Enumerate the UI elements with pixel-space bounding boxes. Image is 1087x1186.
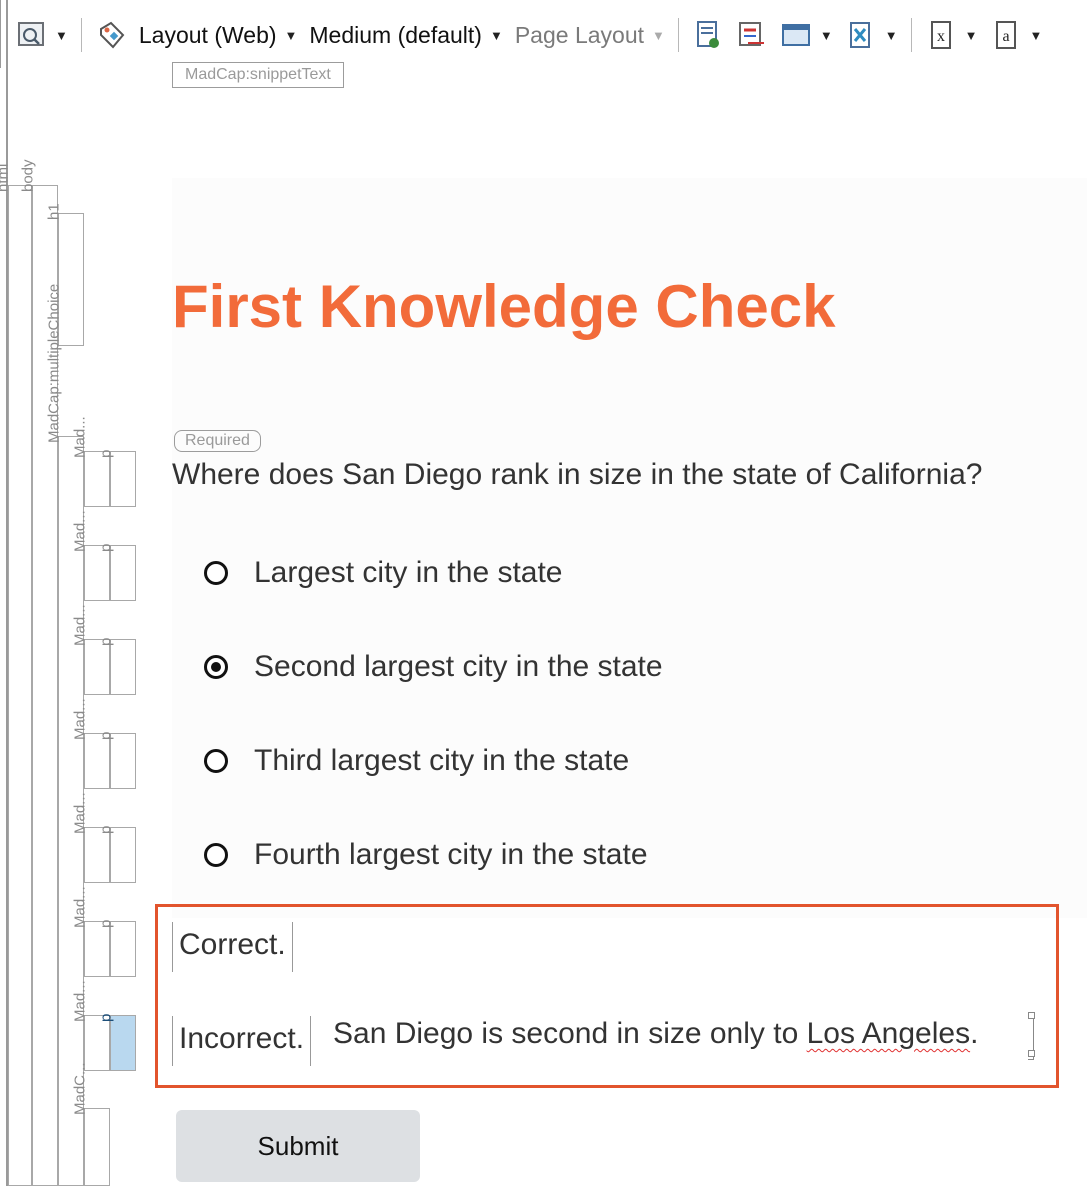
markers-button[interactable]: ▼ <box>839 15 904 55</box>
structure-bar-label: Mad... <box>71 886 89 928</box>
chevron-down-icon[interactable]: ▼ <box>965 28 978 43</box>
structure-bar-p[interactable]: p <box>98 638 136 695</box>
window-icon <box>780 19 812 51</box>
svg-text:a: a <box>1002 28 1009 45</box>
structure-bar-mad[interactable]: Mad... <box>72 792 110 883</box>
chevron-down-icon[interactable]: ▼ <box>55 28 68 43</box>
markers-icon <box>845 19 877 51</box>
show-tags-button[interactable] <box>686 15 730 55</box>
submit-button[interactable]: Submit <box>176 1110 420 1182</box>
radio-button[interactable] <box>204 561 228 585</box>
chevron-down-icon: ▼ <box>652 27 665 43</box>
question-text: Where does San Diego rank in size in the… <box>172 458 983 491</box>
track-changes-icon <box>736 19 768 51</box>
view-mode-button[interactable]: ▼ <box>774 15 839 55</box>
structure-bar-label: h1 <box>45 203 63 220</box>
editor-toolbar: ▼ Layout (Web) ▼ Medium (default) ▼ Page… <box>0 0 1087 68</box>
conditions-button[interactable] <box>89 15 133 55</box>
page-layout-selector[interactable]: Page Layout ▼ <box>509 15 671 55</box>
layout-selector[interactable]: Layout (Web) ▼ <box>133 15 304 55</box>
required-tag[interactable]: Required <box>174 430 261 452</box>
structure-bar-p-selected[interactable]: p <box>98 1014 136 1071</box>
svg-text:x: x <box>937 28 945 45</box>
structure-bar-label: body <box>19 159 37 192</box>
chevron-down-icon[interactable]: ▼ <box>820 28 833 43</box>
structure-bar-p[interactable]: p <box>98 826 136 883</box>
resize-handle[interactable] <box>1028 1050 1035 1057</box>
answer-option[interactable]: Third largest city in the state <box>204 744 629 778</box>
structure-bar-label: p <box>97 543 115 552</box>
structure-bar-label: p <box>97 449 115 458</box>
answer-option-label: Largest city in the state <box>254 556 563 589</box>
editor-canvas: ▼ Layout (Web) ▼ Medium (default) ▼ Page… <box>0 0 1087 1186</box>
structure-bar-mad[interactable]: Mad... <box>72 604 110 695</box>
insert-variable-button[interactable]: x ▼ <box>919 15 984 55</box>
structure-bar-p[interactable]: p <box>98 732 136 789</box>
answer-option[interactable]: Fourth largest city in the state <box>204 838 648 872</box>
chevron-down-icon[interactable]: ▼ <box>885 28 898 43</box>
structure-bar-label: Mad... <box>71 604 89 646</box>
layout-label: Layout (Web) <box>138 21 277 48</box>
structure-bar-label: Mad... <box>71 980 89 1022</box>
incorrect-feedback-tag[interactable]: Incorrect. <box>172 1016 312 1066</box>
answer-option[interactable]: Second largest city in the state <box>204 650 663 684</box>
misspelled-word: Los Angeles <box>806 1017 971 1050</box>
feedback-explanation-suffix: . <box>970 1017 979 1050</box>
feedback-explanation-prefix: San Diego is second in size only to <box>333 1017 807 1050</box>
page-title: First Knowledge Check <box>172 273 836 340</box>
toolbar-separator <box>80 18 82 52</box>
medium-label: Medium (default) <box>309 21 482 48</box>
correct-feedback-tag[interactable]: Correct. <box>172 922 293 972</box>
structure-bar-label: Mad... <box>71 510 89 552</box>
condition-tag-icon <box>95 19 127 51</box>
medium-selector[interactable]: Medium (default) ▼ <box>303 15 508 55</box>
resize-handle[interactable] <box>1028 1012 1035 1019</box>
answer-option-label: Third largest city in the state <box>254 744 630 777</box>
structure-bar-label: p <box>97 1013 115 1022</box>
structure-bar-mad[interactable]: Mad... <box>72 510 110 601</box>
structure-bar-label: html <box>0 163 12 192</box>
variable-icon: x <box>925 19 957 51</box>
chevron-down-icon: ▼ <box>489 27 503 43</box>
structure-bar-p[interactable]: p <box>98 450 136 507</box>
chevron-down-icon: ▼ <box>284 27 298 43</box>
chevron-down-icon[interactable]: ▼ <box>1030 28 1043 43</box>
radio-button[interactable] <box>204 749 228 773</box>
answer-option[interactable]: Largest city in the state <box>204 556 563 590</box>
structure-bar-label: Mad... <box>71 698 89 740</box>
structure-bar-label: Mad... <box>71 416 89 458</box>
structure-bar-label: p <box>97 919 115 928</box>
radio-button-selected[interactable] <box>204 655 228 679</box>
structure-bar-mad[interactable]: Mad... <box>72 886 110 977</box>
preview-button[interactable]: ▼ <box>9 15 74 55</box>
snippet-icon: a <box>990 19 1022 51</box>
structure-bar-p[interactable]: p <box>98 920 136 977</box>
structure-bar-label: p <box>97 731 115 740</box>
radio-button[interactable] <box>204 843 228 867</box>
toolbar-separator <box>910 18 912 52</box>
structure-bar-label: p <box>97 825 115 834</box>
insert-snippet-button[interactable]: a ▼ <box>984 15 1049 55</box>
page-layout-label: Page Layout <box>514 21 645 48</box>
structure-bar-mad[interactable]: Mad... <box>72 416 110 507</box>
show-changes-button[interactable] <box>730 15 774 55</box>
toolbar-separator <box>677 18 679 52</box>
structure-bar-label: Mad... <box>71 792 89 834</box>
structure-bar-label: MadCap:multipleChoice <box>45 283 63 443</box>
structure-bar-label: p <box>97 637 115 646</box>
answer-option-label: Second largest city in the state <box>254 650 663 683</box>
structure-bar-madc[interactable]: MadC... <box>72 1062 110 1186</box>
answer-option-label: Fourth largest city in the state <box>254 838 648 871</box>
structure-bar-html[interactable]: html <box>0 164 32 1186</box>
preview-icon <box>15 19 47 51</box>
structure-bar-p[interactable]: p <box>98 544 136 601</box>
incorrect-feedback-text[interactable]: San Diego is second in size only to Los … <box>333 1016 978 1052</box>
structure-bar-label: MadC... <box>71 1062 89 1115</box>
structure-bar-mad[interactable]: Mad... <box>72 698 110 789</box>
snippet-text-tag[interactable]: MadCap:snippetText <box>172 62 344 88</box>
show-tags-icon <box>692 19 724 51</box>
